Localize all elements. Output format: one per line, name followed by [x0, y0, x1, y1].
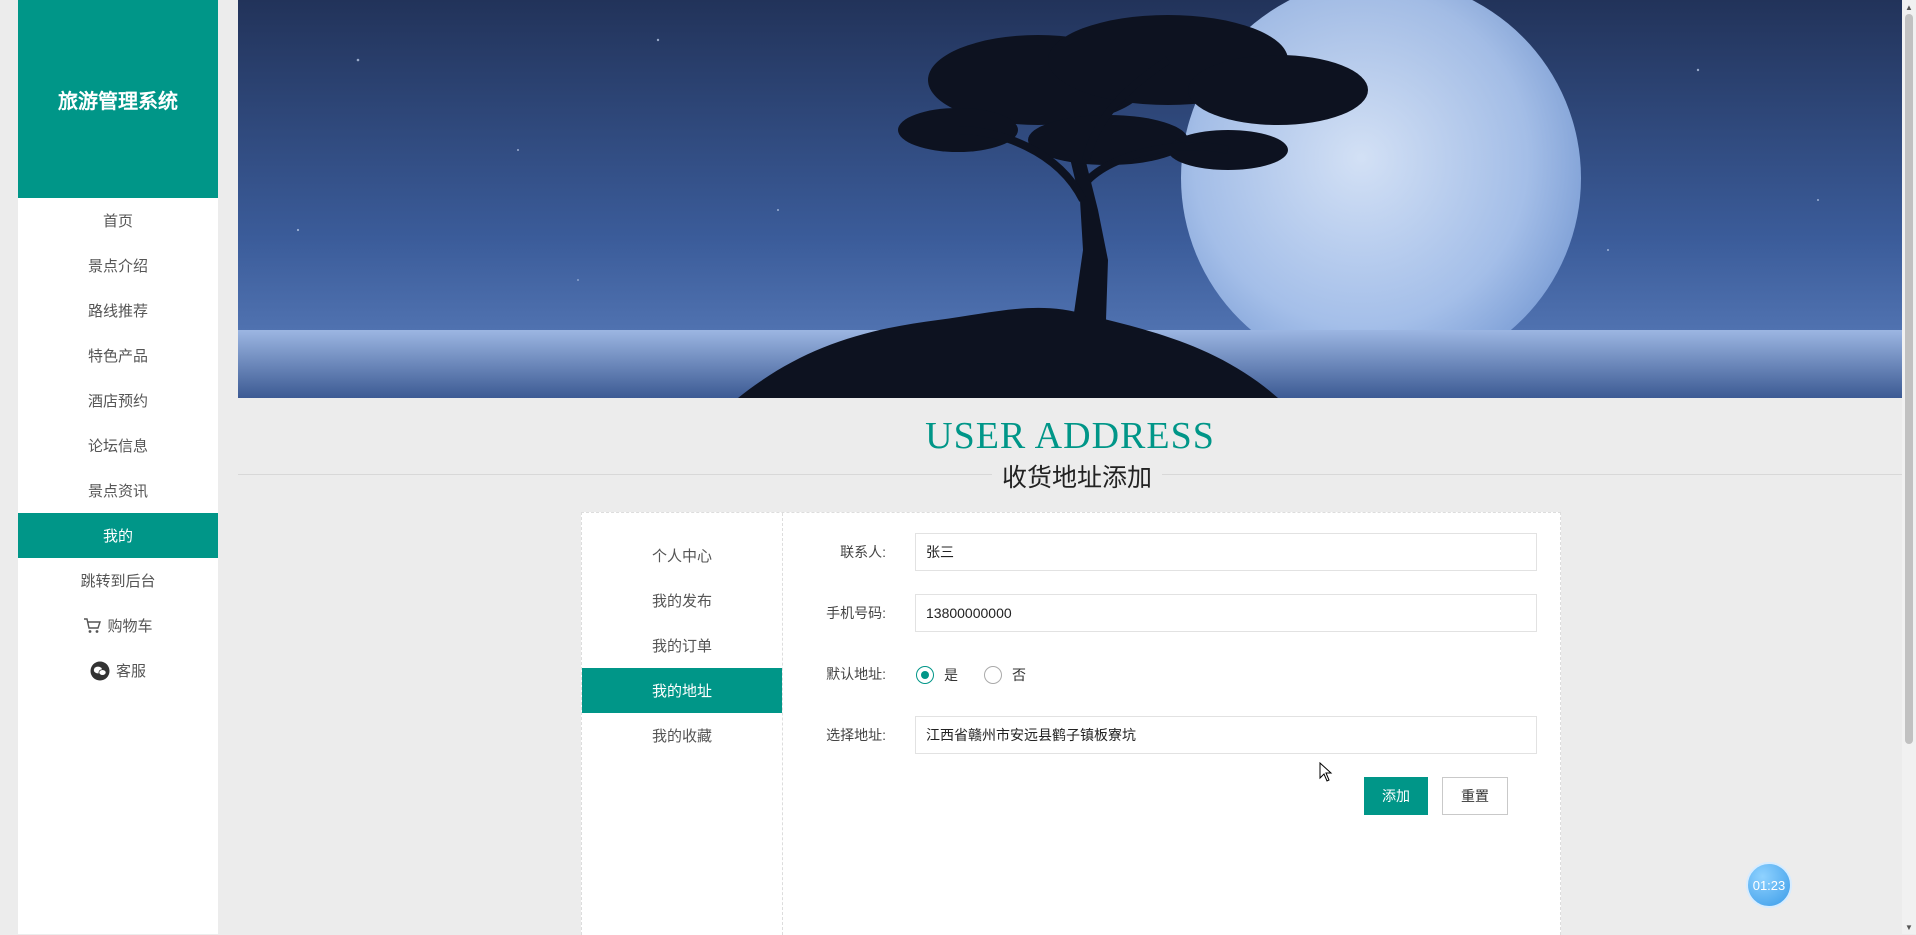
sidebar-item-home[interactable]: 首页 — [18, 198, 218, 243]
default-radio-group: 是 否 — [916, 665, 1052, 685]
app-logo-title[interactable]: 旅游管理系统 — [18, 0, 218, 198]
sidebar-item-service[interactable]: 客服 — [18, 648, 218, 693]
address-label: 选择地址: — [826, 727, 886, 743]
sidebar-item-label: 购物车 — [107, 618, 153, 635]
contact-row: 联系人: — [784, 533, 896, 571]
sidebar-item-label: 跳转到后台 — [80, 573, 156, 590]
sidebar-item-label: 首页 — [102, 213, 133, 230]
cart-icon — [83, 617, 102, 634]
phone-label: 手机号码: — [826, 605, 886, 621]
sidebar-item-admin[interactable]: 跳转到后台 — [18, 558, 218, 603]
timer-badge[interactable]: 01:23 — [1746, 862, 1792, 908]
sidebar-item-mine[interactable]: 我的 — [18, 513, 218, 558]
reset-button[interactable]: 重置 — [1442, 777, 1508, 815]
sidebar-item-label: 客服 — [115, 663, 146, 680]
content-panel: 个人中心 我的发布 我的订单 我的地址 我的收藏 联系人: 手机号码: 默认地址… — [581, 512, 1561, 935]
sidebar-item-cart[interactable]: 购物车 — [18, 603, 218, 648]
default-row: 默认地址: — [784, 655, 896, 693]
scroll-down-icon[interactable]: ▼ — [1902, 920, 1916, 934]
radio-unchecked-icon[interactable] — [984, 666, 1002, 684]
subnav-item-orders[interactable]: 我的订单 — [582, 623, 782, 668]
mouse-cursor-icon — [1319, 761, 1333, 787]
sidebar-item-routes[interactable]: 路线推荐 — [18, 288, 218, 333]
scroll-up-icon[interactable]: ▲ — [1902, 0, 1916, 14]
subnav-item-profile[interactable]: 个人中心 — [582, 533, 782, 578]
add-button[interactable]: 添加 — [1364, 777, 1428, 815]
sidebar-item-label: 景点介绍 — [87, 258, 148, 275]
sidebar-item-attractions[interactable]: 景点介绍 — [18, 243, 218, 288]
address-input[interactable] — [915, 716, 1537, 754]
sidebar-item-label: 特色产品 — [87, 348, 148, 365]
default-no-label: 否 — [1012, 667, 1026, 683]
page-title-cn: 收货地址添加 — [991, 458, 1162, 494]
phone-row: 手机号码: — [784, 594, 896, 632]
default-yes-option[interactable]: 是 — [916, 665, 958, 685]
scroll-thumb[interactable] — [1905, 14, 1913, 744]
subnav-item-address[interactable]: 我的地址 — [582, 668, 782, 713]
sidebar-item-hotel[interactable]: 酒店预约 — [18, 378, 218, 423]
radio-checked-icon[interactable] — [916, 666, 934, 684]
page-title-cn-wrap: 收货地址添加 — [0, 458, 1916, 494]
banner-image — [238, 0, 1902, 398]
subnav-item-favorites[interactable]: 我的收藏 — [582, 713, 782, 758]
page-title-en: USER ADDRESS — [925, 415, 1215, 457]
sidebar-item-label: 论坛信息 — [87, 438, 148, 455]
user-subnav: 个人中心 我的发布 我的订单 我的地址 我的收藏 — [582, 513, 783, 935]
address-row: 选择地址: — [784, 716, 896, 754]
page-scrollbar[interactable]: ▲ ▼ — [1902, 0, 1916, 934]
default-label: 默认地址: — [826, 666, 886, 682]
default-yes-label: 是 — [944, 667, 958, 683]
subnav-item-posts[interactable]: 我的发布 — [582, 578, 782, 623]
phone-input[interactable] — [915, 594, 1537, 632]
contact-label: 联系人: — [840, 544, 886, 560]
chat-icon — [90, 661, 110, 681]
sidebar-item-label: 酒店预约 — [87, 393, 148, 410]
sidebar-item-label: 我的 — [102, 528, 133, 545]
contact-input[interactable] — [915, 533, 1537, 571]
sidebar-item-products[interactable]: 特色产品 — [18, 333, 218, 378]
default-no-option[interactable]: 否 — [984, 665, 1026, 685]
sidebar-item-label: 路线推荐 — [87, 303, 148, 320]
